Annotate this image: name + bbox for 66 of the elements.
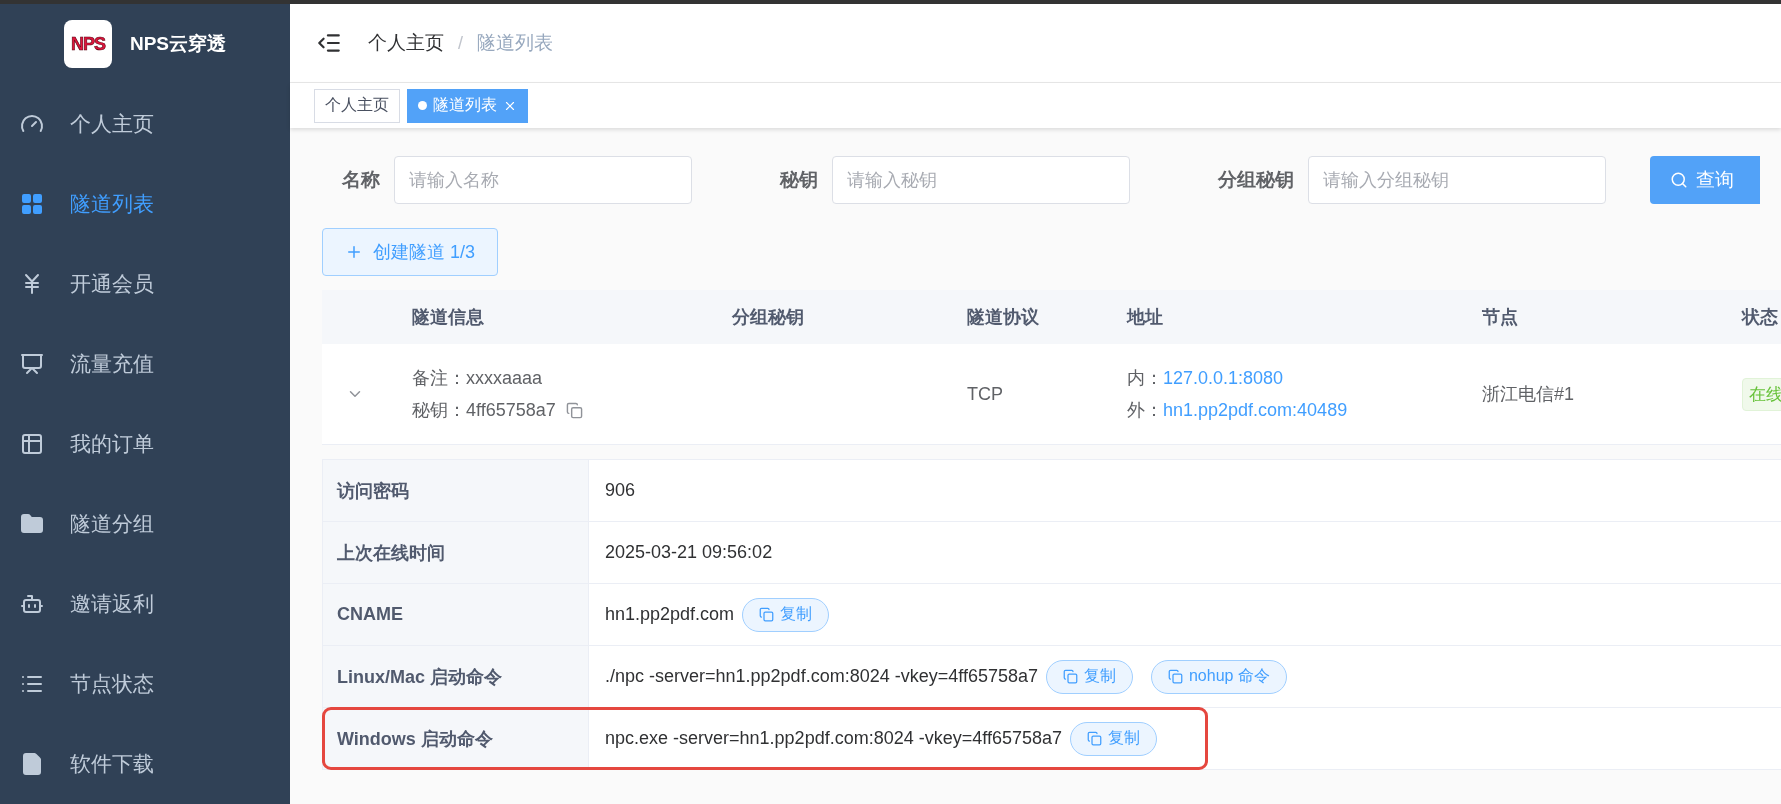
sidebar-item[interactable]: 软件下载: [0, 724, 290, 804]
field-label: 秘钥: [780, 168, 818, 192]
column-header: 地址: [1127, 290, 1482, 344]
address-label: 内：: [1127, 367, 1163, 390]
detail-value: 906: [605, 480, 636, 501]
copy-button[interactable]: 复制: [742, 597, 830, 632]
detail-value: npc.exe -server=hn1.pp2pdf.com:8024 -vkey=4ff65758a7: [605, 728, 1062, 749]
detail-label: CNAME: [323, 584, 589, 645]
breadcrumb-separator: /: [458, 32, 463, 54]
address-label: 外：: [1127, 399, 1163, 422]
create-button[interactable]: 创建隧道 1/3: [322, 228, 499, 276]
detail-value: hn1.pp2pdf.com: [605, 604, 735, 625]
sidebar-item[interactable]: 隧道分组: [0, 484, 290, 564]
tab[interactable]: 隧道列表: [407, 88, 528, 123]
grid-icon: [20, 192, 44, 216]
address-link[interactable]: hn1.pp2pdf.com:40489: [1163, 399, 1348, 421]
copy-icon: [1167, 669, 1183, 684]
search-button[interactable]: 查询: [1650, 156, 1760, 204]
copy-button[interactable]: nohup 命令: [1150, 659, 1287, 694]
presentation-icon: [20, 352, 44, 376]
detail-label: 访问密码: [323, 460, 589, 521]
detail-value: ./npc -server=hn1.pp2pdf.com:8024 -vkey=4ff65758a7: [605, 666, 1038, 687]
sidebar-item[interactable]: 开通会员: [0, 244, 290, 324]
brand-name: NPS云穿透: [129, 32, 227, 56]
field-label: 分组秘钥: [1218, 168, 1294, 192]
address-link[interactable]: 127.0.0.1:8080: [1163, 367, 1284, 389]
input-field[interactable]: 请输入秘钥: [832, 156, 1130, 204]
copy-icon: [759, 607, 775, 622]
sidebar-item[interactable]: 我的订单: [0, 404, 290, 484]
robot-icon: [20, 592, 44, 616]
column-header: 状态: [1742, 290, 1781, 344]
dot-icon: [418, 101, 427, 110]
copy-icon: [1087, 731, 1102, 746]
field-label: 名称: [342, 168, 380, 192]
breadcrumb-link[interactable]: 隧道列表: [477, 30, 553, 56]
copy-icon[interactable]: [565, 401, 583, 419]
copy-button[interactable]: 复制: [1070, 721, 1157, 756]
protocol-text: TCP: [967, 383, 1004, 405]
detail-label: Windows 启动命令: [323, 708, 589, 769]
copy-icon: [1062, 669, 1078, 684]
detail-value: 2025-03-21 09:56:02: [605, 542, 773, 563]
input-field[interactable]: 请输入名称: [394, 156, 692, 204]
input-field[interactable]: 请输入分组秘钥: [1308, 156, 1606, 204]
copy-button[interactable]: 复制: [1045, 659, 1133, 694]
sidebar-item[interactable]: 个人主页: [0, 84, 290, 164]
column-header: 隧道信息: [412, 290, 732, 344]
detail-label: 上次在线时间: [323, 522, 589, 583]
column-header: 隧道协议: [967, 290, 1127, 344]
column-header: 分组秘钥: [732, 290, 967, 344]
search-icon: [1670, 171, 1688, 189]
tab[interactable]: 个人主页: [314, 88, 400, 123]
table-icon: [20, 432, 44, 456]
node-text: 浙江电信#1: [1482, 383, 1576, 406]
breadcrumb-link[interactable]: 个人主页: [368, 30, 444, 56]
key-text: 秘钥：4ff65758a7: [412, 399, 556, 422]
sidebar-item[interactable]: 流量充值: [0, 324, 290, 404]
remark-text: 备注：xxxxaaaa: [412, 367, 544, 390]
folder-icon: [20, 512, 44, 536]
sidebar-item[interactable]: 节点状态: [0, 644, 290, 724]
sidebar-item[interactable]: 隧道列表: [0, 164, 290, 244]
sidebar-item[interactable]: 邀请返利: [0, 564, 290, 644]
detail-label: Linux/Mac 启动命令: [323, 646, 589, 707]
brand-logo: NPS: [63, 20, 112, 68]
column-header: 节点: [1482, 290, 1742, 344]
document-icon: [20, 752, 44, 776]
plus-icon: [345, 243, 363, 261]
